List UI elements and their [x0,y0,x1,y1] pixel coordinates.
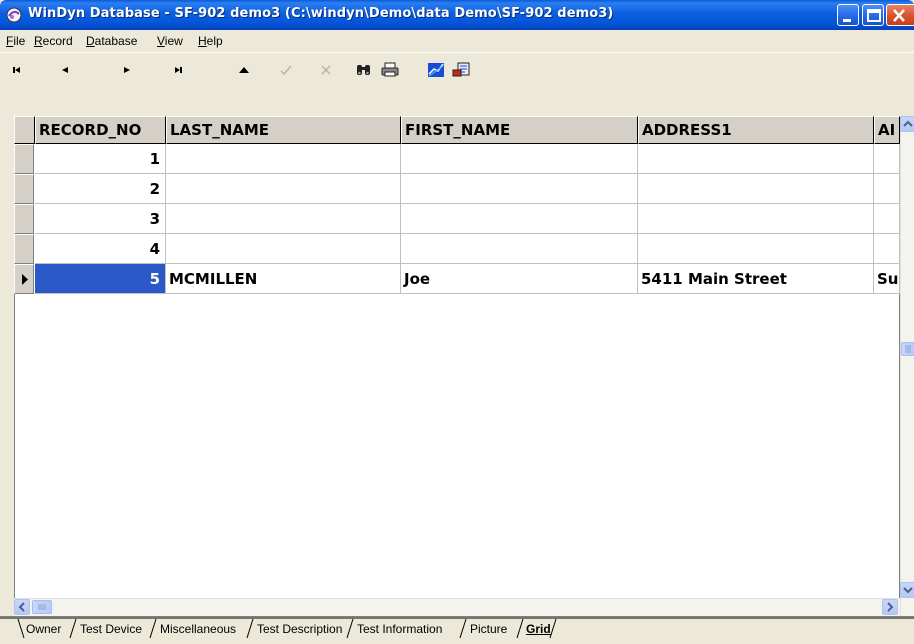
up-triangle-icon [239,67,249,73]
title-bar[interactable]: WinDyn Database - SF-902 demo3 (C:\windy… [0,0,914,30]
chevron-left-icon [18,602,25,612]
cell-address1[interactable] [638,204,874,234]
cell-last-name[interactable]: MCMILLEN [166,264,401,294]
tab-owner[interactable]: Owner [26,619,61,639]
maximize-button[interactable] [862,4,884,26]
chevron-down-icon [903,587,913,594]
tab-test-information[interactable]: Test Information [357,619,442,639]
vertical-scrollbar[interactable] [900,116,914,616]
print-button[interactable] [378,59,402,81]
chart-icon [428,63,444,77]
checkmark-icon [280,65,292,76]
cancel-edit-button[interactable] [314,59,338,81]
current-row-indicator[interactable] [14,264,34,294]
cell-first-name[interactable]: Joe [401,264,638,294]
cell-address1[interactable] [638,144,874,174]
column-header-address1[interactable]: ADDRESS1 [638,116,874,144]
minimize-icon [843,19,851,22]
cell-ai[interactable] [874,144,900,174]
chevron-right-icon [887,602,894,612]
column-header-ai[interactable]: AI [874,116,900,144]
tab-test-device[interactable]: Test Device [80,619,142,639]
cell-record-no[interactable]: 3 [35,204,166,234]
next-record-button[interactable] [114,59,138,81]
x-icon [321,65,331,75]
cell-record-no[interactable]: 1 [35,144,166,174]
cell-last-name[interactable] [166,174,401,204]
column-header-first-name[interactable]: FIRST_NAME [401,116,638,144]
tab-test-description[interactable]: Test Description [257,619,342,639]
horizontal-scroll-thumb[interactable] [32,600,52,614]
menu-view[interactable]: View [157,34,183,48]
printer-icon [381,62,399,77]
cell-ai[interactable] [874,204,900,234]
insert-record-button[interactable] [232,59,256,81]
cell-address1[interactable] [638,234,874,264]
post-edit-button[interactable] [274,59,298,81]
horizontal-scrollbar[interactable] [14,598,900,616]
next-record-icon [124,67,130,73]
prev-record-icon [62,67,68,73]
last-record-button[interactable] [166,59,190,81]
tab-picture[interactable]: Picture [470,619,507,639]
current-row-arrow-icon [22,274,28,285]
row-indicator[interactable] [14,204,34,234]
tab-miscellaneous[interactable]: Miscellaneous [160,619,236,639]
chart-button[interactable] [424,59,448,81]
cell-last-name[interactable] [166,144,401,174]
cell-address1[interactable]: 5411 Main Street [638,264,874,294]
cell-first-name[interactable] [401,234,638,264]
binoculars-icon [357,65,370,75]
menu-help[interactable]: Help [198,34,223,48]
export-button[interactable] [450,59,474,81]
menu-database[interactable]: Database [86,34,137,48]
close-button[interactable] [886,4,914,26]
cell-last-name[interactable] [166,234,401,264]
cell-first-name[interactable] [401,174,638,204]
cell-first-name[interactable] [401,204,638,234]
maximize-icon [867,9,881,22]
menu-bar: File Record Database View Help [0,30,914,52]
menu-file[interactable]: File [6,34,25,48]
app-window: WinDyn Database - SF-902 demo3 (C:\windy… [0,0,914,644]
tab-bar: Owner Test Device Miscellaneous Test Des… [0,616,914,644]
cell-record-no[interactable]: 2 [35,174,166,204]
cell-ai[interactable] [874,174,900,204]
first-record-icon [13,67,20,73]
prev-record-button[interactable] [54,59,78,81]
grip-icon [905,345,911,353]
toolbar [0,52,914,86]
last-record-icon [175,67,182,73]
app-icon [6,7,22,23]
cell-record-no-selected[interactable]: 5 [35,264,166,294]
row-indicator[interactable] [14,174,34,204]
cell-first-name[interactable] [401,144,638,174]
chevron-up-icon [903,120,913,127]
menu-record[interactable]: Record [34,34,73,48]
close-icon [893,9,905,22]
grip-icon [38,604,46,610]
minimize-button[interactable] [837,4,859,26]
export-icon [452,62,470,77]
vertical-scroll-thumb[interactable] [901,342,914,356]
column-header-last-name[interactable]: LAST_NAME [166,116,401,144]
scroll-left-button[interactable] [14,599,30,615]
tab-grid-active[interactable]: Grid [526,619,551,639]
cell-address1[interactable] [638,174,874,204]
first-record-button[interactable] [6,59,30,81]
scroll-up-button[interactable] [900,116,914,132]
header-corner [14,116,35,144]
cell-record-no[interactable]: 4 [35,234,166,264]
window-title: WinDyn Database - SF-902 demo3 (C:\windy… [28,6,614,21]
row-indicator[interactable] [14,234,34,264]
cell-ai[interactable]: Su [874,264,900,294]
scroll-down-button[interactable] [900,582,914,598]
scroll-right-button[interactable] [882,599,898,615]
column-header-record-no[interactable]: RECORD_NO [35,116,166,144]
cell-ai[interactable] [874,234,900,264]
cell-last-name[interactable] [166,204,401,234]
find-button[interactable] [352,59,376,81]
row-indicator[interactable] [14,144,34,174]
